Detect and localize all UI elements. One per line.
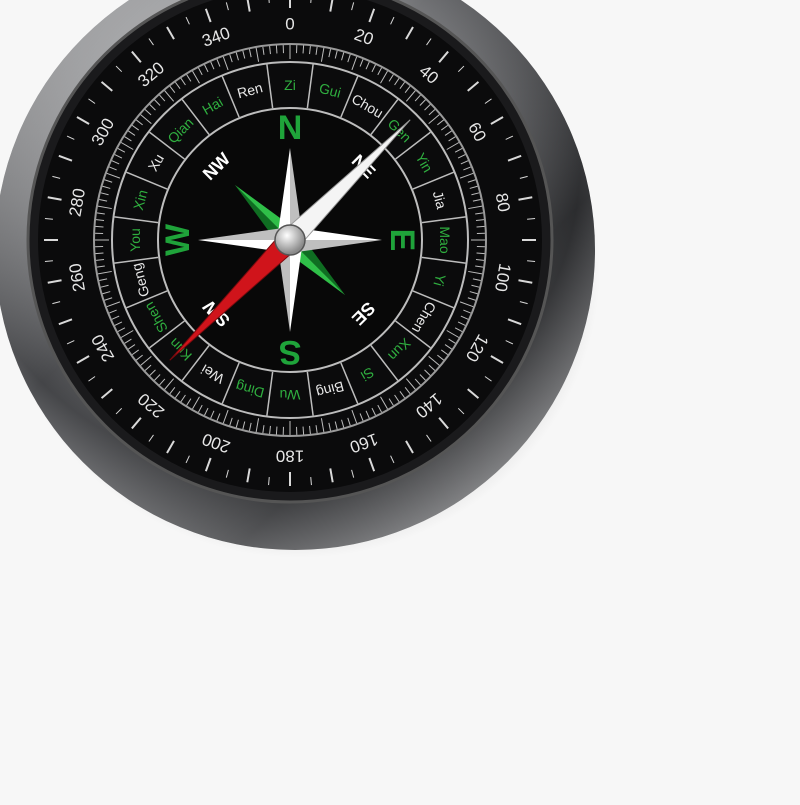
fine-tick bbox=[303, 427, 304, 435]
ring-label: Mao bbox=[437, 226, 453, 253]
fine-tick bbox=[276, 45, 277, 53]
cardinal-label: E bbox=[383, 229, 421, 252]
fine-tick bbox=[276, 427, 277, 435]
cardinal-label: S bbox=[279, 333, 302, 371]
needle-pivot bbox=[275, 225, 305, 255]
degree-tick bbox=[45, 219, 53, 220]
degree-tick bbox=[311, 477, 312, 485]
ring-label: Zi bbox=[284, 77, 296, 93]
compass-photo: 0204060801001201401601802002202402602803… bbox=[0, 0, 800, 800]
ring-label: Wu bbox=[280, 387, 301, 403]
degree-label: 180 bbox=[276, 447, 304, 466]
degree-label: 80 bbox=[492, 192, 514, 214]
degree-tick bbox=[527, 219, 535, 220]
fine-tick bbox=[477, 253, 485, 254]
degree-tick bbox=[527, 261, 535, 262]
fine-tick bbox=[477, 226, 485, 227]
ring-label: You bbox=[127, 228, 143, 252]
cardinal-label: N bbox=[278, 109, 303, 147]
degree-tick bbox=[45, 261, 53, 262]
degree-label: 0 bbox=[285, 15, 294, 34]
fine-tick bbox=[95, 226, 103, 227]
cardinal-label: W bbox=[159, 223, 197, 256]
degree-tick bbox=[269, 477, 270, 485]
compass: 0204060801001201401601802002202402602803… bbox=[0, 0, 800, 800]
fine-tick bbox=[95, 253, 103, 254]
fine-tick bbox=[303, 45, 304, 53]
